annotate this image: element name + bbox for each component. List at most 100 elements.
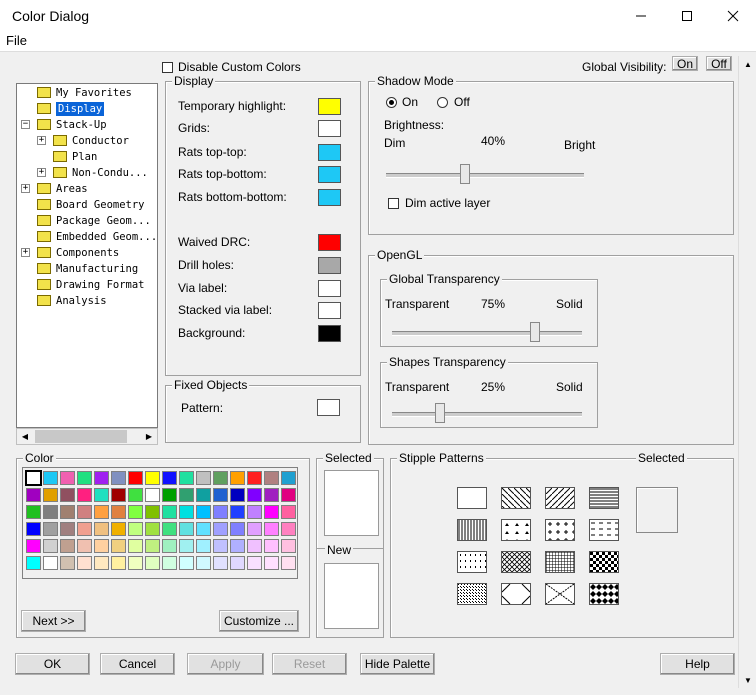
- palette-color-cell[interactable]: [230, 505, 245, 519]
- stipple-pattern[interactable]: [457, 487, 487, 509]
- display-color-swatch[interactable]: [318, 98, 341, 115]
- display-color-swatch[interactable]: [318, 302, 341, 319]
- display-color-swatch[interactable]: [318, 257, 341, 274]
- palette-color-cell[interactable]: [213, 539, 228, 553]
- palette-color-cell[interactable]: [60, 471, 75, 485]
- ok-button[interactable]: OK: [15, 653, 90, 675]
- palette-color-cell[interactable]: [179, 488, 194, 502]
- global-visibility-on-button[interactable]: On: [672, 56, 698, 71]
- tree-item[interactable]: Drawing Format: [56, 278, 145, 292]
- global-transparency-slider-thumb[interactable]: [529, 322, 540, 342]
- palette-color-cell[interactable]: [213, 522, 228, 536]
- palette-color-cell[interactable]: [128, 505, 143, 519]
- stipple-pattern[interactable]: [589, 583, 620, 605]
- palette-color-cell[interactable]: [43, 505, 58, 519]
- palette-color-cell[interactable]: [43, 522, 58, 536]
- tree-item[interactable]: Components: [56, 246, 119, 260]
- palette-color-cell[interactable]: [162, 505, 177, 519]
- minimize-button[interactable]: [618, 0, 664, 32]
- palette-color-cell[interactable]: [111, 505, 126, 519]
- tree-item[interactable]: Conductor: [72, 134, 129, 148]
- shapes-transparency-slider-thumb[interactable]: [434, 403, 445, 423]
- palette-color-cell[interactable]: [179, 471, 194, 485]
- scroll-right-icon[interactable]: ▶: [141, 429, 157, 444]
- tree-expander-icon[interactable]: +: [37, 136, 46, 145]
- stipple-pattern[interactable]: [545, 583, 575, 605]
- tree-item[interactable]: Display: [56, 102, 105, 116]
- palette-color-cell[interactable]: [230, 556, 245, 570]
- tree-item[interactable]: Plan: [72, 150, 97, 164]
- stipple-pattern[interactable]: [457, 583, 487, 605]
- palette-color-cell[interactable]: [179, 556, 194, 570]
- tree-item[interactable]: Stack-Up: [56, 118, 107, 132]
- tree-item[interactable]: Analysis: [56, 294, 107, 308]
- tree-item[interactable]: Areas: [56, 182, 88, 196]
- palette-color-cell[interactable]: [264, 488, 279, 502]
- palette-color-cell[interactable]: [60, 488, 75, 502]
- stipple-pattern[interactable]: [457, 519, 487, 541]
- stipple-pattern[interactable]: [501, 519, 531, 541]
- scroll-thumb[interactable]: [35, 430, 127, 443]
- palette-color-cell[interactable]: [162, 471, 177, 485]
- palette-color-cell[interactable]: [145, 522, 160, 536]
- palette-color-cell[interactable]: [111, 556, 126, 570]
- help-button[interactable]: Help: [660, 653, 735, 675]
- shadow-off-radio[interactable]: [437, 97, 448, 108]
- palette-color-cell[interactable]: [247, 556, 262, 570]
- palette-color-cell[interactable]: [162, 539, 177, 553]
- palette-color-cell[interactable]: [247, 505, 262, 519]
- shapes-transparency-slider-track[interactable]: [392, 412, 582, 417]
- palette-color-cell[interactable]: [179, 522, 194, 536]
- stipple-pattern[interactable]: [545, 551, 575, 573]
- apply-button[interactable]: Apply: [187, 653, 264, 675]
- palette-color-cell[interactable]: [26, 488, 41, 502]
- palette-color-cell[interactable]: [111, 539, 126, 553]
- palette-color-cell[interactable]: [264, 505, 279, 519]
- palette-color-cell[interactable]: [77, 522, 92, 536]
- palette-color-cell[interactable]: [145, 505, 160, 519]
- palette-color-cell[interactable]: [196, 505, 211, 519]
- palette-color-cell[interactable]: [94, 556, 109, 570]
- palette-color-cell[interactable]: [196, 539, 211, 553]
- tree-item[interactable]: Non-Condu...: [72, 166, 148, 180]
- palette-color-cell[interactable]: [213, 488, 228, 502]
- shadow-on-radio[interactable]: [386, 97, 397, 108]
- palette-color-cell[interactable]: [111, 488, 126, 502]
- palette-color-cell[interactable]: [281, 556, 296, 570]
- tree-horizontal-scrollbar[interactable]: ◀ ▶: [16, 428, 158, 445]
- stipple-pattern[interactable]: [501, 551, 531, 573]
- palette-color-cell[interactable]: [94, 539, 109, 553]
- tree-item[interactable]: My Favorites: [56, 86, 132, 100]
- palette-color-cell[interactable]: [145, 488, 160, 502]
- palette-color-cell[interactable]: [77, 505, 92, 519]
- palette-color-cell[interactable]: [111, 471, 126, 485]
- palette-color-cell[interactable]: [230, 522, 245, 536]
- palette-color-cell[interactable]: [43, 539, 58, 553]
- display-color-swatch[interactable]: [318, 325, 341, 342]
- palette-color-cell[interactable]: [26, 505, 41, 519]
- display-color-swatch[interactable]: [318, 166, 341, 183]
- palette-color-cell[interactable]: [94, 522, 109, 536]
- palette-color-cell[interactable]: [247, 488, 262, 502]
- palette-color-cell[interactable]: [111, 522, 126, 536]
- vertical-scrollbar[interactable]: ▲ ▼: [738, 56, 756, 688]
- stipple-pattern[interactable]: [457, 551, 487, 573]
- palette-color-cell[interactable]: [281, 539, 296, 553]
- palette-color-cell[interactable]: [281, 488, 296, 502]
- brightness-slider-track[interactable]: [386, 173, 584, 178]
- palette-color-cell[interactable]: [145, 539, 160, 553]
- disable-custom-colors-checkbox[interactable]: [162, 62, 173, 73]
- stipple-pattern[interactable]: [545, 487, 575, 509]
- display-color-swatch[interactable]: [318, 144, 341, 161]
- palette-color-cell[interactable]: [264, 539, 279, 553]
- palette-color-cell[interactable]: [60, 556, 75, 570]
- palette-color-cell[interactable]: [43, 556, 58, 570]
- reset-button[interactable]: Reset: [272, 653, 347, 675]
- palette-color-cell[interactable]: [162, 488, 177, 502]
- maximize-button[interactable]: [664, 0, 710, 32]
- scroll-up-icon[interactable]: ▲: [740, 56, 756, 72]
- palette-color-cell[interactable]: [145, 556, 160, 570]
- palette-color-cell[interactable]: [145, 471, 160, 485]
- tree-expander-icon[interactable]: +: [21, 248, 30, 257]
- palette-color-cell[interactable]: [60, 539, 75, 553]
